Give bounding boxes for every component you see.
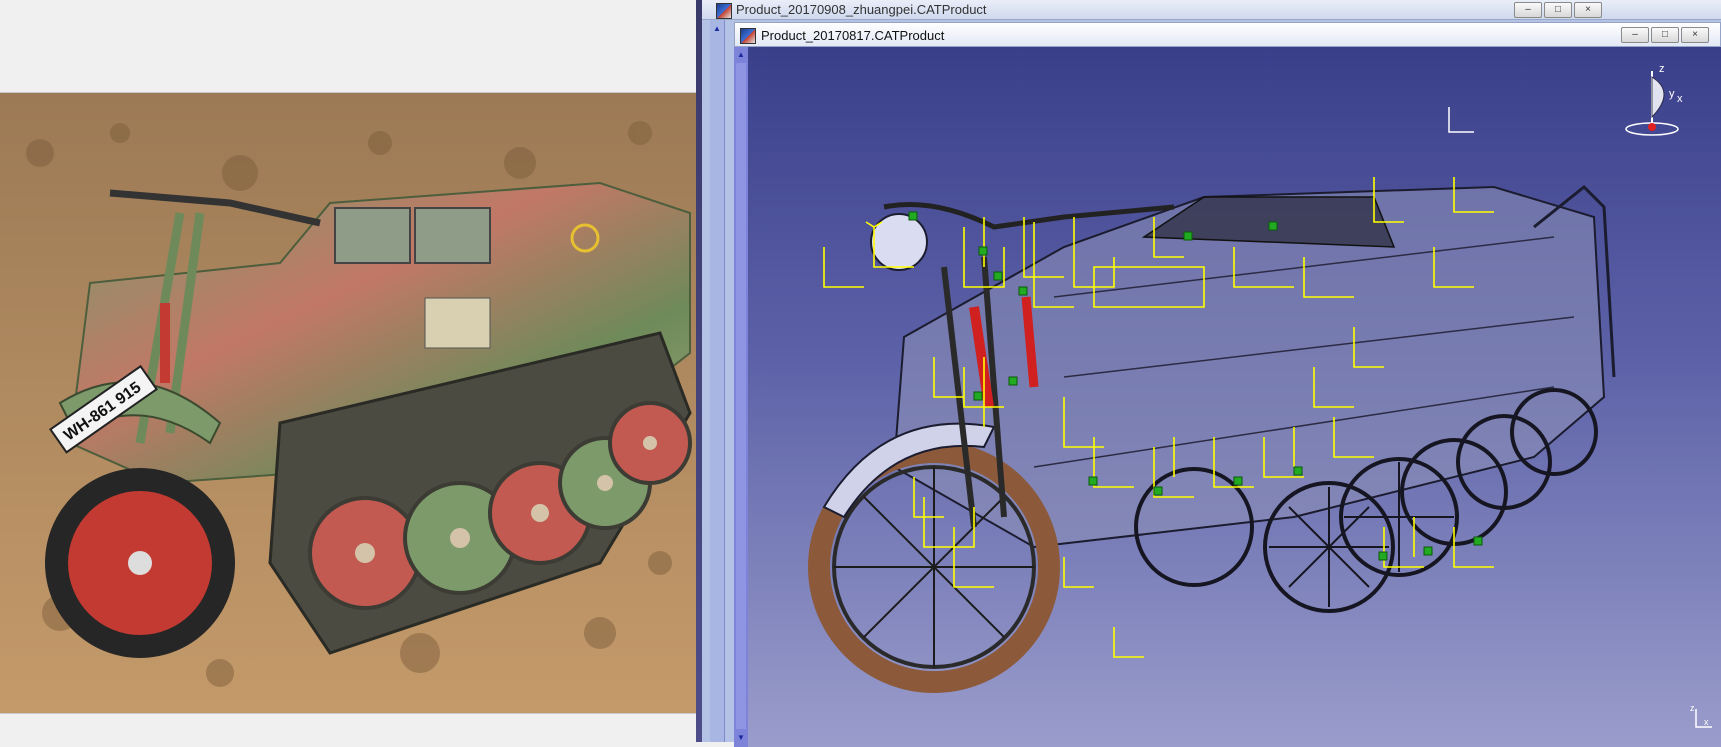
- 3d-viewport[interactable]: ▲ ▼ z y x z x: [734, 47, 1721, 747]
- compass-y-label: y: [1669, 88, 1675, 100]
- catia-product-icon: [716, 3, 732, 19]
- inner-window: Product_20170817.CATProduct – □ × ▲ ▼ z …: [734, 22, 1721, 747]
- axis-triad-icon: z x: [1690, 703, 1712, 728]
- outer-vertical-scrollbar[interactable]: ▲: [710, 20, 725, 742]
- outer-close-button[interactable]: ×: [1574, 2, 1602, 18]
- inner-close-button[interactable]: ×: [1681, 27, 1709, 43]
- outer-window-title: Product_20170908_zhuangpei.CATProduct: [736, 2, 987, 17]
- photo-of-tracked-motorcycle: WH-861 915: [0, 93, 696, 713]
- outer-titlebar[interactable]: Product_20170908_zhuangpei.CATProduct – …: [702, 0, 1721, 20]
- cad-model[interactable]: z y x z x: [734, 47, 1721, 747]
- inner-restore-button[interactable]: □: [1651, 27, 1679, 43]
- catia-product-icon: [740, 28, 756, 44]
- photo-panel: WH-861 915: [0, 92, 696, 714]
- compass-x-label: x: [1677, 93, 1683, 105]
- outer-minimize-button[interactable]: –: [1514, 2, 1542, 18]
- inner-window-title: Product_20170817.CATProduct: [761, 28, 945, 43]
- mini-axis-z-label: z: [1690, 703, 1695, 713]
- compass-z-label: z: [1659, 63, 1665, 75]
- inner-minimize-button[interactable]: –: [1621, 27, 1649, 43]
- inner-titlebar[interactable]: Product_20170817.CATProduct – □ ×: [734, 22, 1721, 47]
- compass-icon[interactable]: z y x: [1625, 63, 1683, 136]
- scroll-up-arrow-icon[interactable]: ▲: [713, 24, 721, 33]
- mini-axis-x-label: x: [1704, 717, 1709, 727]
- outer-restore-button[interactable]: □: [1544, 2, 1572, 18]
